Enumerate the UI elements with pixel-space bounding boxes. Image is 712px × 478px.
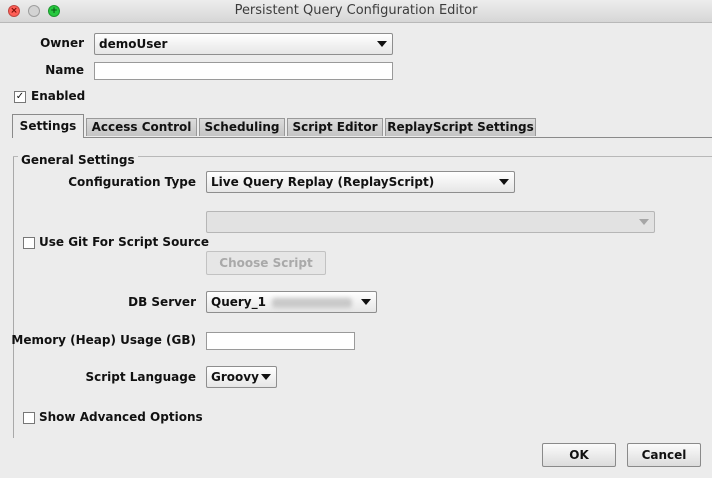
db-server-value: Query_1 [211,295,266,309]
chevron-down-icon [361,299,371,305]
show-advanced-checkbox[interactable] [23,412,35,424]
use-git-checkbox[interactable] [23,237,35,249]
window-title: Persistent Query Configuration Editor [234,3,478,18]
tab-scheduling[interactable]: Scheduling [199,118,285,136]
configuration-type-value: Live Query Replay (ReplayScript) [211,175,435,189]
name-input[interactable] [94,62,393,80]
show-advanced-label: Show Advanced Options [39,410,203,424]
tab-access-control[interactable]: Access Control [86,118,197,136]
db-server-dropdown[interactable]: Query_1 [206,291,377,313]
close-icon: × [10,6,18,16]
tab-divider [12,137,712,138]
memory-input[interactable] [206,332,355,350]
tab-replayscript-settings[interactable]: ReplayScript Settings [385,118,536,136]
chevron-down-icon [639,219,649,225]
git-script-dropdown [206,211,655,233]
owner-value: demoUser [99,37,168,51]
general-settings-heading: General Settings [18,153,138,167]
configuration-type-label: Configuration Type [68,175,196,189]
cancel-button[interactable]: Cancel [627,443,701,467]
name-label: Name [45,63,84,77]
chevron-down-icon [261,374,271,380]
plus-icon: + [50,6,58,16]
ok-button[interactable]: OK [542,443,616,467]
enabled-label: Enabled [31,89,86,103]
memory-label: Memory (Heap) Usage (GB) [11,333,196,347]
zoom-window-button[interactable]: + [48,5,60,17]
owner-label: Owner [40,36,84,50]
owner-dropdown[interactable]: demoUser [94,33,393,55]
redacted-address [271,297,352,308]
chevron-down-icon [377,41,387,47]
script-language-value: Groovy [211,370,259,384]
script-language-label: Script Language [85,370,196,384]
minimize-window-button[interactable] [28,5,40,17]
close-window-button[interactable]: × [8,5,20,17]
configuration-type-dropdown[interactable]: Live Query Replay (ReplayScript) [206,171,515,193]
script-language-dropdown[interactable]: Groovy [206,366,277,388]
checkmark-icon: ✓ [15,91,25,102]
tab-settings[interactable]: Settings [12,114,84,138]
db-server-label: DB Server [128,295,196,309]
tab-script-editor[interactable]: Script Editor [287,118,383,136]
enabled-checkbox[interactable]: ✓ [14,91,26,103]
choose-script-button: Choose Script [206,251,326,275]
use-git-label: Use Git For Script Source [39,235,210,249]
chevron-down-icon [499,179,509,185]
